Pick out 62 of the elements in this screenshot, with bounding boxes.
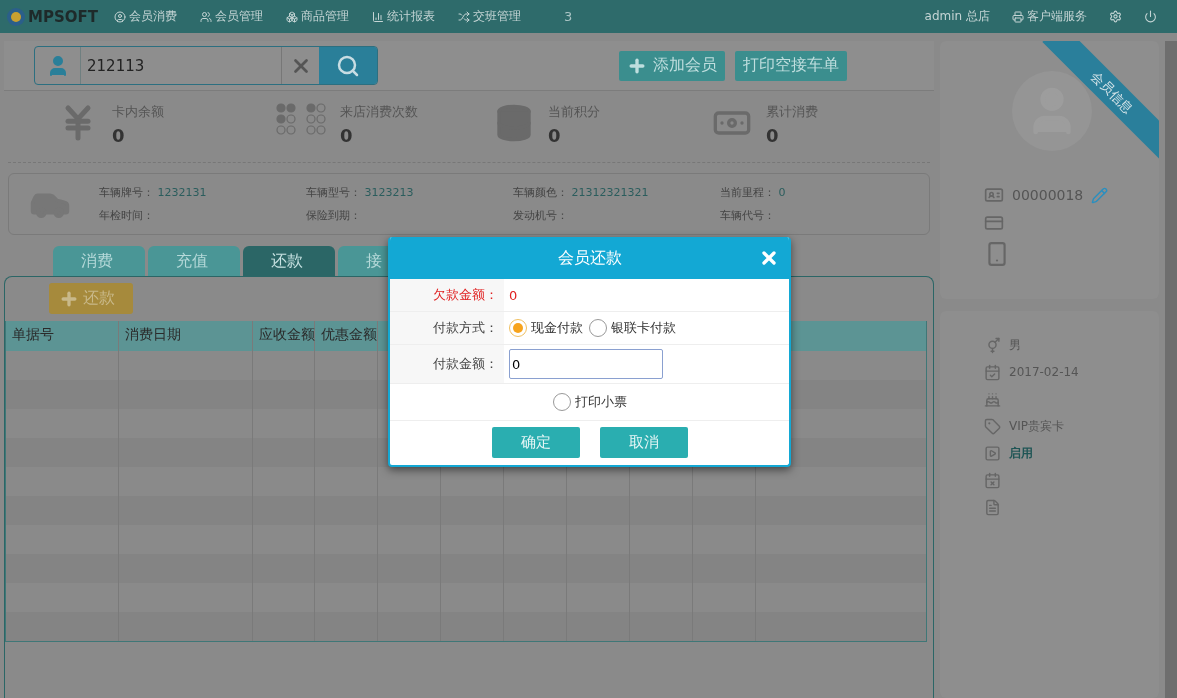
scrollbar[interactable]	[1165, 41, 1177, 698]
print-receipt-option[interactable]: 打印小票	[552, 393, 627, 411]
nav-count-text: 3	[563, 9, 573, 24]
member-info: 2017-02-14	[1009, 365, 1079, 379]
logo-text: MPSOFT	[28, 7, 98, 26]
payment-radio[interactable]: 现金付款	[509, 319, 583, 337]
user-menu[interactable]: admin 总店	[924, 8, 990, 25]
field-label: 付款方式：	[390, 312, 504, 344]
stat-value: 0	[340, 125, 354, 146]
search-field[interactable]: 212113	[34, 46, 378, 85]
add-member-button[interactable]: 添加会员	[619, 50, 725, 81]
field-label: 付款金额：	[390, 345, 504, 383]
cancel-button[interactable]: 取消	[599, 427, 688, 458]
close-icon	[759, 248, 779, 268]
cake-icon	[984, 390, 1001, 408]
search-input[interactable]: 212113	[81, 47, 281, 84]
member-info: 00000018	[1012, 187, 1084, 203]
users-icon	[199, 10, 212, 23]
printer-icon	[1012, 10, 1024, 23]
dots-grid-icon	[276, 103, 326, 135]
nav-item[interactable]: 会员消费	[113, 8, 177, 25]
print-button[interactable]: 打印空接车单	[735, 50, 847, 81]
play-icon	[984, 444, 1001, 462]
search-icon	[336, 53, 360, 78]
id-card-icon	[984, 185, 1004, 205]
settings-icon[interactable]	[1109, 10, 1122, 23]
nav-item[interactable]: 交班管理	[457, 8, 521, 25]
close-button[interactable]	[759, 248, 779, 268]
nav-item[interactable]: 统计报表	[371, 8, 435, 25]
confirm-button[interactable]: 确定	[491, 427, 580, 458]
tab[interactable]: 消费	[53, 246, 145, 276]
boxes-icon	[285, 10, 298, 23]
calendar-x-icon	[984, 471, 1001, 489]
debt-value: 0	[509, 287, 518, 303]
stat-value: 0	[548, 125, 562, 146]
search-button[interactable]	[319, 47, 377, 84]
credit-card-icon	[984, 213, 1004, 233]
tab[interactable]: 充值	[148, 246, 240, 276]
vehicle-field: 当前里程： 0	[720, 185, 920, 200]
payment-radio[interactable]: 银联卡付款	[589, 319, 676, 337]
bar-chart-icon	[371, 10, 384, 23]
stat-value: 0	[766, 125, 780, 146]
nav-item[interactable]: 商品管理	[285, 8, 349, 25]
tab[interactable]: 还款	[243, 246, 335, 276]
member-info: 启用	[1009, 444, 1033, 462]
coin-stack-icon	[494, 103, 534, 143]
user-circle-icon	[113, 10, 126, 23]
vehicle-field: 车辆颜色： 21312321321	[513, 185, 720, 200]
power-icon[interactable]	[1144, 10, 1157, 23]
vehicle-field: 年检时间：	[99, 208, 306, 223]
dialog-title: 会员还款	[557, 247, 622, 269]
calendar-icon	[984, 363, 1001, 381]
field-label: 欠款金额：	[390, 279, 504, 311]
logo-icon	[6, 6, 26, 27]
client-service-link[interactable]: 客户端服务	[1012, 8, 1087, 25]
nav-item[interactable]: 会员管理	[199, 8, 263, 25]
stat-value: 0	[112, 125, 126, 146]
tag-icon	[984, 417, 1001, 435]
vehicle-field: 保险到期：	[306, 208, 513, 223]
document-icon	[984, 498, 1001, 516]
amount-field[interactable]: 0	[509, 349, 663, 379]
shuffle-icon	[457, 10, 470, 23]
